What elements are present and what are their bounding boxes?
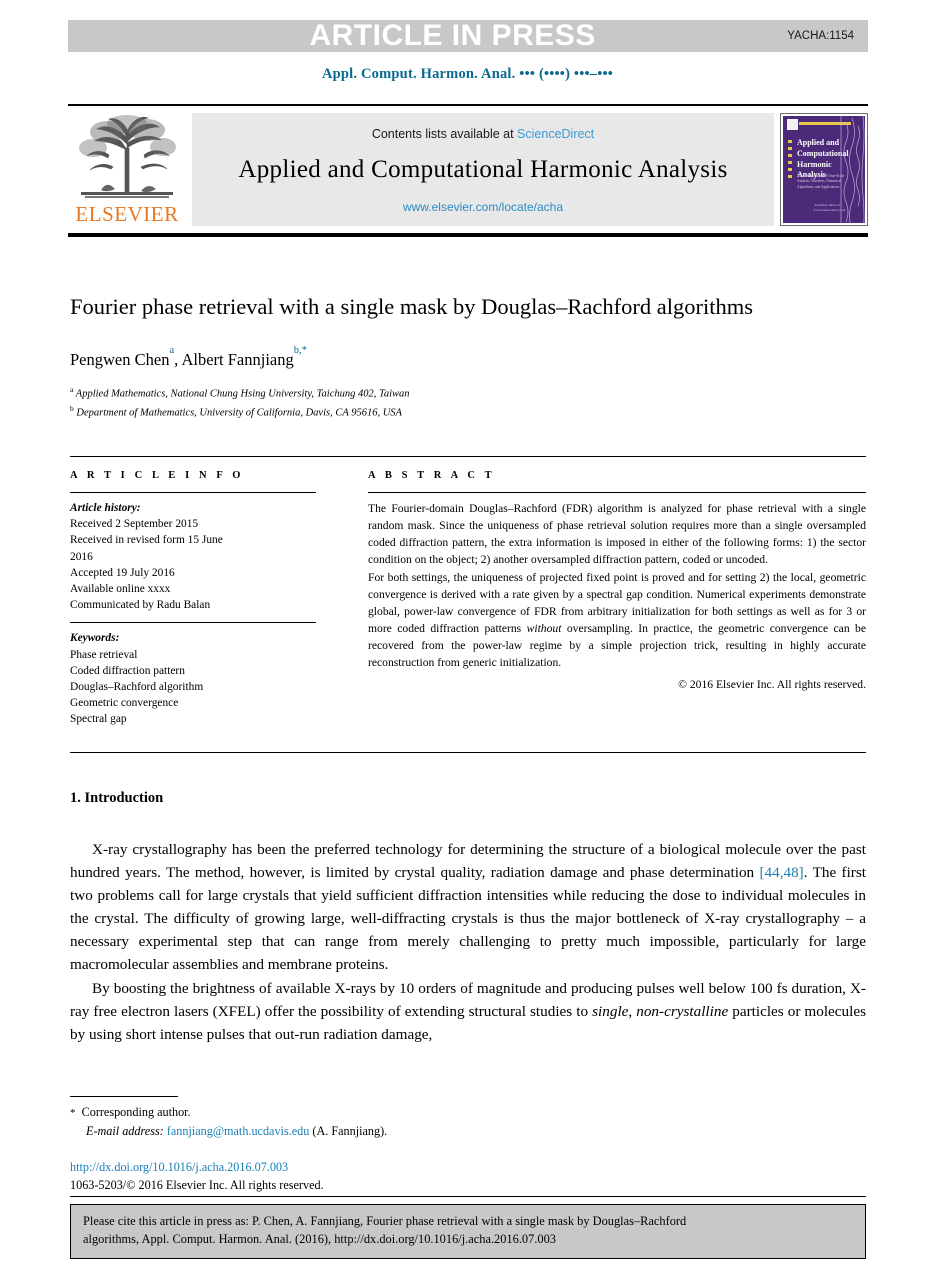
article-in-press-banner: ARTICLE IN PRESS YACHA:1154 (68, 20, 868, 52)
affiliation-list: a Applied Mathematics, National Chung Hs… (70, 384, 870, 422)
journal-masthead: ELSEVIER Contents lists available at Sci… (68, 104, 868, 237)
author-list: Pengwen Chena, Albert Fannjiangb,* (70, 344, 307, 369)
paper-title: Fourier phase retrieval with a single ma… (70, 294, 753, 319)
author-name-2: Albert Fannjiang (181, 349, 294, 369)
corresponding-author-text: Corresponding author. (81, 1105, 191, 1119)
abstract-body: The Fourier-domain Douglas–Rachford (FDR… (368, 500, 866, 693)
abstract-copyright: © 2016 Elsevier Inc. All rights reserved… (678, 677, 866, 691)
email-note: E-mail address: fannjiang@math.ucdavis.e… (70, 1122, 630, 1141)
intro-p2-emphasis: single, non-crystalline (592, 1002, 729, 1020)
please-cite-box: Please cite this article in press as: P.… (70, 1204, 866, 1259)
keyword-item: Phase retrieval (70, 648, 138, 661)
history-item: Received 2 September 2015 (70, 518, 199, 531)
history-item: Received in revised form 15 June (70, 534, 223, 547)
abstract-rule (368, 492, 866, 493)
abstract-paragraph-1: The Fourier-domain Douglas–Rachford (FDR… (368, 502, 866, 567)
elsevier-logo: ELSEVIER (68, 110, 186, 229)
sciencedirect-link[interactable]: ScienceDirect (517, 127, 594, 141)
article-info-column: A R T I C L E I N F O Article history: R… (70, 470, 316, 727)
journal-cover-thumbnail: Applied and Computational Harmonic Analy… (780, 113, 868, 226)
cover-bottom-note: Available online at www.sciencedirect.co… (813, 202, 846, 212)
affiliation-mark-b: b (70, 403, 74, 413)
column-gutter (316, 470, 368, 727)
keywords-label: Keywords: (70, 632, 120, 645)
keyword-item: Geometric convergence (70, 697, 179, 710)
doi-link[interactable]: http://dx.doi.org/10.1016/j.acha.2016.07… (70, 1158, 324, 1176)
article-in-press-label: ARTICLE IN PRESS (309, 19, 596, 52)
keyword-item: Douglas–Rachford algorithm (70, 680, 204, 693)
masthead-center-panel: Contents lists available at ScienceDirec… (192, 113, 774, 226)
keywords-block: Keywords: Phase retrieval Coded diffract… (70, 630, 316, 727)
doi-block: http://dx.doi.org/10.1016/j.acha.2016.07… (70, 1158, 324, 1195)
section-heading-introduction: 1. Introduction (70, 790, 164, 806)
intro-p1-part-a: X-ray crystallography has been the prefe… (70, 841, 866, 882)
cover-journal-subtitle: Time-Frequency and Time-Scale Analysis, … (797, 174, 845, 189)
elsevier-tree-icon (79, 115, 176, 198)
affiliation-text-a: Applied Mathematics, National Chung Hsin… (75, 388, 410, 400)
asterisk-icon: * (70, 1107, 76, 1119)
abstract-heading: A B S T R A C T (368, 470, 496, 481)
abstract-paragraph-2: For both settings, the uniqueness of pro… (368, 569, 866, 672)
keywords-rule (70, 622, 316, 624)
keyword-item: Coded diffraction pattern (70, 664, 185, 677)
article-info-heading: A R T I C L E I N F O (70, 470, 245, 481)
journal-title: Applied and Computational Harmonic Analy… (238, 155, 728, 183)
author-mark-1: a (169, 344, 175, 356)
divider-above-cite-box (70, 1196, 866, 1197)
affiliation-a: a Applied Mathematics, National Chung Hs… (70, 384, 870, 403)
footnote-block: * Corresponding author. E-mail address: … (70, 1103, 630, 1140)
journal-homepage-link[interactable]: www.elsevier.com/locate/acha (403, 200, 563, 214)
history-item: 2016 (70, 550, 93, 563)
author-name-1: Pengwen Chen (70, 349, 170, 369)
introduction-paragraph-2: By boosting the brightness of available … (70, 977, 866, 1046)
affiliation-text-b: Department of Mathematics, University of… (76, 407, 402, 419)
cover-tick-marks-icon (788, 140, 792, 182)
email-suffix: (A. Fannjiang). (312, 1123, 388, 1138)
manuscript-code: YACHA:1154 (787, 30, 854, 42)
cite-line-2: algorithms, Appl. Comput. Harmon. Anal. … (83, 1231, 556, 1246)
history-item: Available online xxxx (70, 582, 171, 595)
history-item: Accepted 19 July 2016 (70, 566, 175, 579)
contents-available-line: Contents lists available at ScienceDirec… (372, 127, 594, 141)
corresponding-author-note: * Corresponding author. (70, 1103, 630, 1122)
affiliation-b: b Department of Mathematics, University … (70, 403, 870, 422)
footnote-rule (70, 1096, 178, 1097)
title-and-authors-block: Fourier phase retrieval with a single ma… (70, 292, 870, 421)
author-mark-2: b,* (293, 344, 307, 356)
info-abstract-columns: A R T I C L E I N F O Article history: R… (70, 470, 866, 727)
abstract-column: A B S T R A C T The Fourier-domain Dougl… (368, 470, 866, 727)
keyword-item: Spectral gap (70, 713, 127, 726)
cite-line-1: Please cite this article in press as: P.… (83, 1214, 687, 1228)
introduction-paragraph-1: X-ray crystallography has been the prefe… (70, 838, 866, 977)
cover-elsevier-mark-icon (787, 119, 798, 130)
citation-reference-44-48[interactable]: [44,48] (759, 864, 803, 881)
history-item: Communicated by Radu Balan (70, 599, 211, 612)
email-link[interactable]: fannjiang@math.ucdavis.edu (167, 1124, 310, 1138)
divider-below-abstract (70, 752, 866, 753)
introduction-body: X-ray crystallography has been the prefe… (70, 838, 866, 1046)
affiliation-mark-a: a (70, 384, 74, 394)
journal-cover-art: Applied and Computational Harmonic Analy… (783, 116, 865, 223)
issn-rights-line: 1063-5203/© 2016 Elsevier Inc. All right… (70, 1178, 324, 1193)
running-head-journal-line: Appl. Comput. Harmon. Anal. ••• (••••) •… (321, 66, 614, 82)
article-history-block: Article history: Received 2 September 20… (70, 500, 316, 613)
cover-wavelet-graphic-icon (840, 116, 865, 223)
article-info-rule (70, 492, 316, 493)
elsevier-wordmark: ELSEVIER (75, 202, 179, 226)
email-label: E-mail address: (86, 1123, 164, 1138)
abstract-p2-emphasis: without (526, 622, 562, 636)
contents-prefix: Contents lists available at (371, 127, 518, 141)
article-history-label: Article history: (70, 502, 141, 514)
divider-above-info (70, 456, 866, 457)
